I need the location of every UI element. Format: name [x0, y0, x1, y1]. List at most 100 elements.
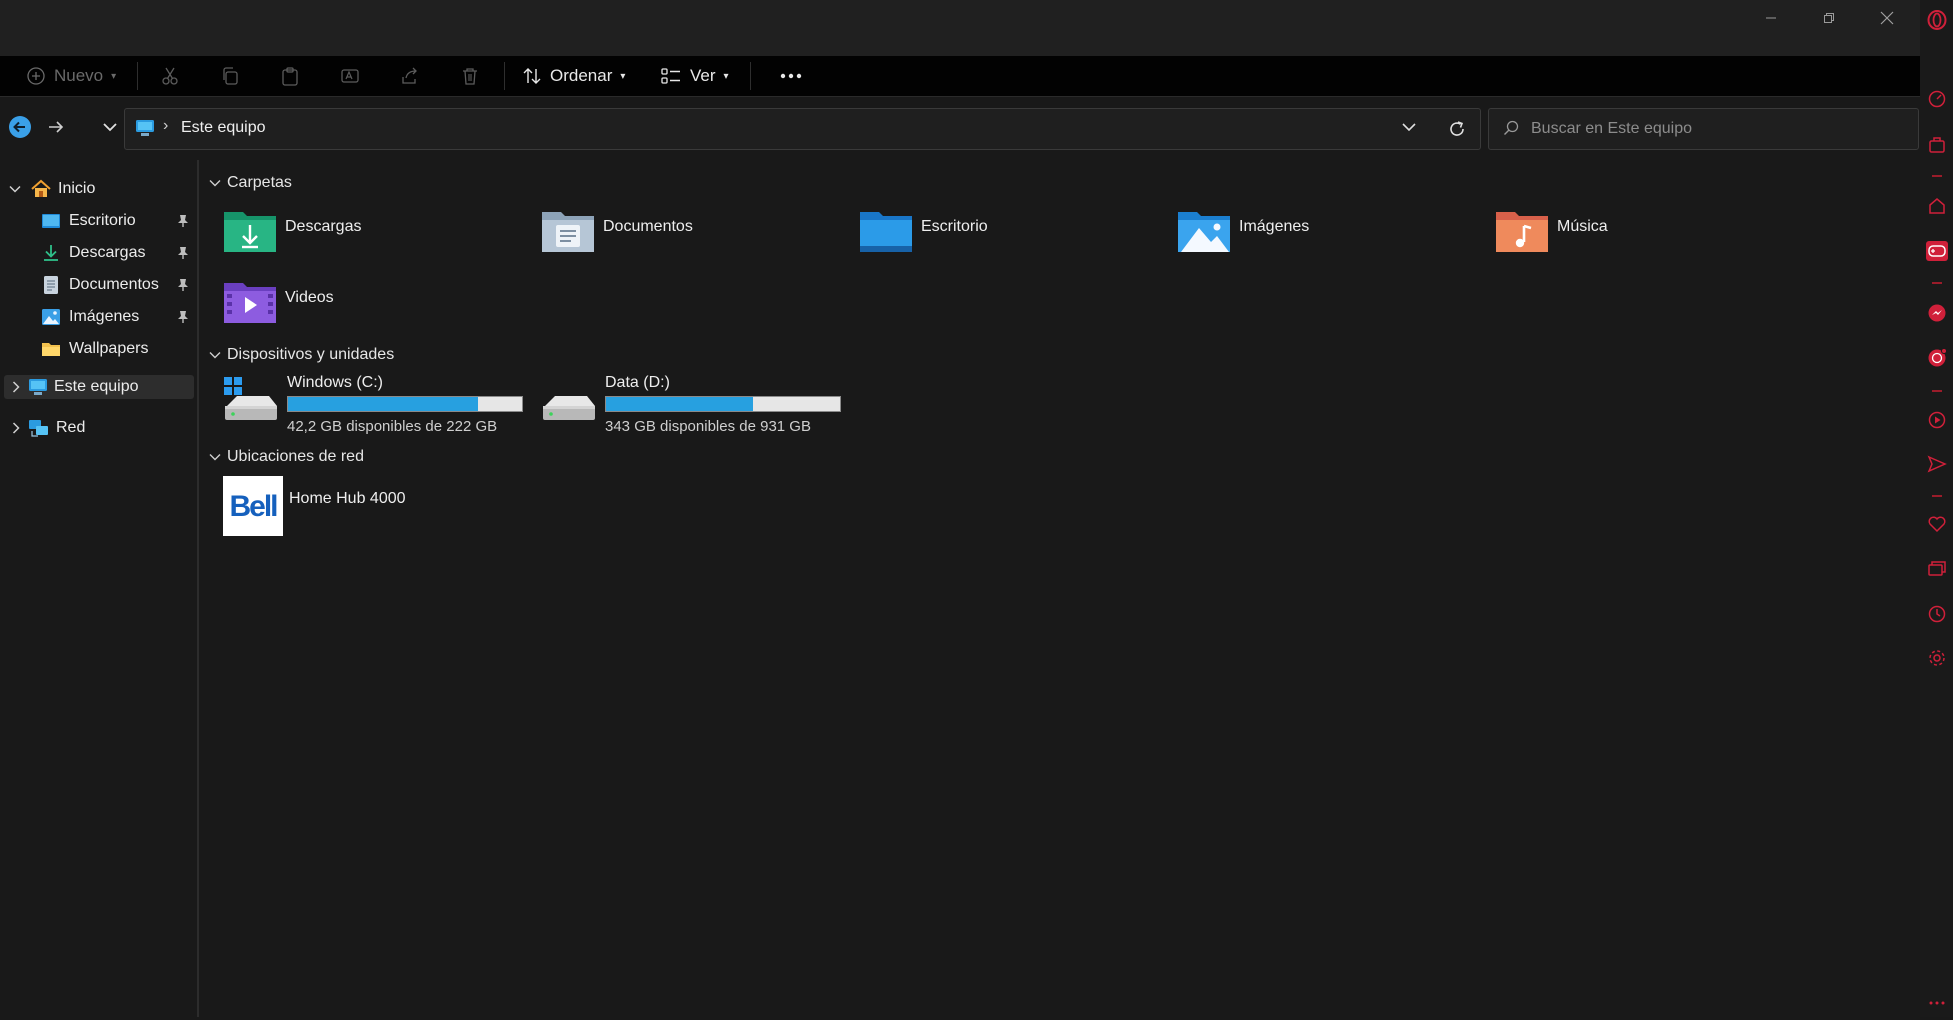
devices-section-header[interactable]: Dispositivos y unidades [209, 346, 394, 364]
heart-icon[interactable] [1927, 514, 1947, 534]
address-dropdown-icon[interactable] [1402, 122, 1416, 132]
sidebar-item-label: Escritorio [69, 212, 136, 229]
network-section-header[interactable]: Ubicaciones de red [209, 448, 364, 466]
cut-button[interactable] [160, 56, 180, 96]
browser-sidebar [1920, 0, 1953, 1017]
drive-name: Data (D:) [605, 374, 670, 391]
drive-tile-c[interactable]: Windows (C:) 42,2 GB disponibles de 222 … [223, 374, 533, 444]
sidebar-item-home[interactable]: Inicio [0, 174, 195, 204]
restore-button[interactable] [1800, 0, 1858, 36]
messenger-icon[interactable] [1927, 303, 1947, 323]
folder-tile-descargas[interactable]: Descargas [223, 208, 523, 272]
sidebar-item-este-equipo[interactable]: Este equipo [4, 375, 194, 399]
expand-chevron-icon[interactable] [4, 381, 28, 393]
bag-icon[interactable] [1927, 134, 1947, 154]
delete-button[interactable] [460, 56, 480, 96]
paste-button[interactable] [280, 56, 300, 96]
address-bar[interactable]: › Este equipo [124, 108, 1481, 150]
rename-button[interactable] [340, 56, 360, 96]
sort-icon [522, 66, 542, 86]
divider [1932, 175, 1942, 177]
sidebar-item-red[interactable]: Red [4, 413, 194, 443]
scissors-icon [160, 66, 180, 86]
sidebar-item-escritorio[interactable]: Escritorio [0, 206, 195, 236]
desktop-icon [41, 212, 61, 230]
videos-folder-icon [223, 279, 277, 325]
opera-logo-icon[interactable] [1927, 10, 1947, 30]
drive-usage-bar [287, 396, 523, 412]
pin-icon [177, 246, 189, 260]
folder-tile-videos[interactable]: Videos [223, 279, 523, 343]
forward-button[interactable] [38, 109, 74, 145]
downloads-folder-icon [223, 208, 277, 254]
sort-button[interactable]: Ordenar ▾ [522, 56, 625, 96]
view-list-icon [660, 66, 682, 86]
sidebar-item-documentos[interactable]: Documentos [0, 270, 195, 300]
network-location-home-hub[interactable]: Bell Home Hub 4000 [223, 476, 523, 538]
tabs-icon[interactable] [1927, 559, 1947, 579]
folder-tile-documentos[interactable]: Documentos [541, 208, 841, 272]
pictures-icon [41, 308, 61, 326]
sidebar-item-label: Documentos [69, 276, 159, 293]
back-button[interactable] [2, 109, 38, 145]
search-input[interactable] [1529, 109, 1913, 149]
pin-icon [177, 214, 189, 228]
refresh-icon[interactable] [1447, 119, 1467, 139]
folder-label: Música [1557, 218, 1608, 235]
send-icon[interactable] [1927, 454, 1947, 474]
forward-arrow-icon [47, 118, 65, 136]
history-icon[interactable] [1927, 604, 1947, 624]
chevron-down-icon: ▾ [111, 70, 117, 82]
sidebar-item-wallpapers[interactable]: Wallpapers [0, 334, 195, 364]
player-icon[interactable] [1927, 410, 1947, 430]
bell-logo-icon: Bell [223, 476, 283, 536]
network-icon [28, 418, 50, 438]
new-label: Nuevo [54, 66, 104, 85]
share-button[interactable] [400, 56, 420, 96]
computer-icon [28, 378, 48, 396]
folder-tile-musica[interactable]: Música [1495, 208, 1795, 272]
document-icon [43, 275, 59, 295]
minimize-icon [1765, 12, 1777, 24]
home-icon[interactable] [1927, 196, 1947, 216]
command-bar: Nuevo ▾ Ordenar ▾ Ver ▾ [0, 56, 1920, 96]
drive-info: Windows (C:) 42,2 GB disponibles de 222 … [287, 374, 523, 435]
folder-tile-escritorio[interactable]: Escritorio [859, 208, 1159, 272]
copy-button[interactable] [220, 56, 240, 96]
sidebar-this-pc-label: Este equipo [54, 378, 139, 395]
more-options-button[interactable] [770, 56, 812, 96]
sidebar-item-label: Descargas [69, 244, 146, 261]
search-box [1488, 108, 1919, 150]
network-location-label: Home Hub 4000 [289, 490, 406, 507]
whatsapp-icon[interactable] [1927, 348, 1947, 368]
gamepad-icon[interactable] [1925, 240, 1949, 261]
content-pane: Carpetas Descargas Documentos Escritorio… [199, 160, 1920, 1017]
section-title: Carpetas [227, 174, 292, 191]
expand-chevron-icon[interactable] [0, 185, 30, 193]
breadcrumb-separator: › [163, 117, 169, 134]
folder-tile-imagenes[interactable]: Imágenes [1177, 208, 1477, 272]
close-icon [1880, 11, 1894, 25]
expand-chevron-icon[interactable] [4, 422, 28, 434]
breadcrumb-current[interactable]: Este equipo [181, 119, 266, 137]
settings-gear-icon[interactable] [1927, 648, 1947, 668]
divider [750, 62, 751, 90]
chevron-down-icon [103, 122, 117, 132]
more-icon[interactable] [1927, 1000, 1947, 1020]
speedometer-icon[interactable] [1927, 88, 1947, 108]
recent-locations-button[interactable] [92, 109, 128, 145]
view-button[interactable]: Ver ▾ [660, 56, 729, 96]
close-button[interactable] [1858, 0, 1916, 36]
divider [1932, 495, 1942, 497]
drive-info: Data (D:) 343 GB disponibles de 931 GB [605, 374, 841, 435]
drive-usage-fill [288, 397, 478, 411]
chevron-down-icon [209, 351, 221, 359]
minimize-button[interactable] [1742, 0, 1800, 36]
sidebar-item-imagenes[interactable]: Imágenes [0, 302, 195, 332]
divider [137, 62, 138, 90]
clipboard-icon [280, 66, 300, 86]
folders-section-header[interactable]: Carpetas [209, 174, 292, 192]
sidebar-item-descargas[interactable]: Descargas [0, 238, 195, 268]
new-button[interactable]: Nuevo ▾ [26, 56, 116, 96]
drive-tile-d[interactable]: Data (D:) 343 GB disponibles de 931 GB [541, 374, 851, 444]
